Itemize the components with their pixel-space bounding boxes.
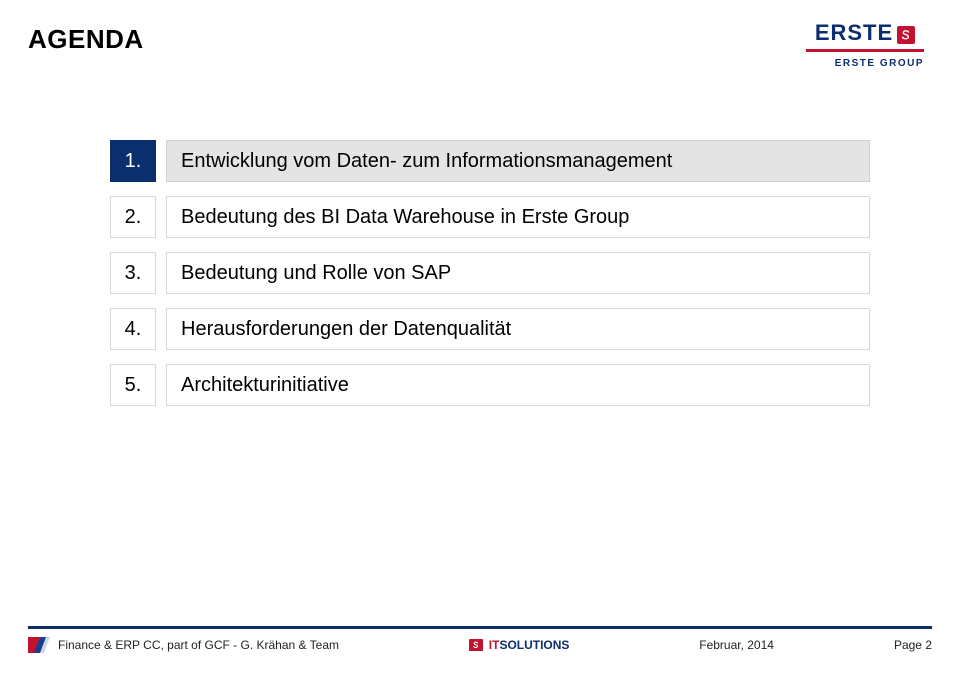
footer-center-text: ITSOLUTIONS (489, 638, 570, 652)
agenda-num: 5. (110, 364, 156, 406)
footer-left: Finance & ERP CC, part of GCF - G. Kräha… (58, 638, 339, 652)
s-icon-small (469, 639, 483, 651)
footer: Finance & ERP CC, part of GCF - G. Kräha… (28, 626, 932, 653)
logo-wordmark: ERSTE (815, 20, 893, 46)
footer-page: Page 2 (894, 638, 932, 652)
agenda-num: 4. (110, 308, 156, 350)
agenda-num: 1. (110, 140, 156, 182)
agenda-item-3: 3. Bedeutung und Rolle von SAP (110, 252, 870, 294)
agenda-item-4: 4. Herausforderungen der Datenqualität (110, 308, 870, 350)
agenda-list: 1. Entwicklung vom Daten- zum Informatio… (110, 140, 870, 420)
footer-center-sol: SOLUTIONS (499, 638, 569, 652)
logo-subtext: ERSTE GROUP (835, 58, 924, 69)
logo-row: ERSTE (815, 20, 915, 46)
agenda-text: Entwicklung vom Daten- zum Informationsm… (166, 140, 870, 182)
page-title: AGENDA (28, 24, 144, 55)
agenda-item-5: 5. Architekturinitiative (110, 364, 870, 406)
agenda-item-1: 1. Entwicklung vom Daten- zum Informatio… (110, 140, 870, 182)
footer-center-it: IT (489, 638, 500, 652)
agenda-text: Bedeutung des BI Data Warehouse in Erste… (166, 196, 870, 238)
agenda-item-2: 2. Bedeutung des BI Data Warehouse in Er… (110, 196, 870, 238)
logo-s-icon (897, 26, 915, 44)
agenda-text: Bedeutung und Rolle von SAP (166, 252, 870, 294)
agenda-num: 2. (110, 196, 156, 238)
erste-logo: ERSTE ERSTE GROUP (806, 20, 924, 69)
footer-center-logo: ITSOLUTIONS (379, 638, 659, 652)
agenda-text: Architekturinitiative (166, 364, 870, 406)
agenda-num: 3. (110, 252, 156, 294)
footer-date: Februar, 2014 (699, 638, 774, 652)
logo-underline (806, 49, 924, 52)
agenda-text: Herausforderungen der Datenqualität (166, 308, 870, 350)
company-mark-icon (28, 637, 50, 653)
slide: AGENDA ERSTE ERSTE GROUP 1. Entwicklung … (0, 0, 960, 673)
